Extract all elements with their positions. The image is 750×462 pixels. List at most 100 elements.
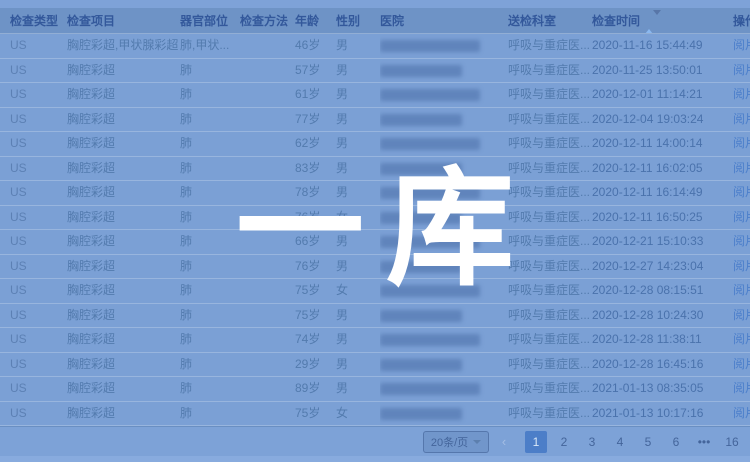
cell-hospital bbox=[380, 279, 508, 303]
page-number-button[interactable]: ••• bbox=[693, 431, 715, 453]
page-number-button[interactable]: 3 bbox=[581, 431, 603, 453]
cell-hospital bbox=[380, 377, 508, 401]
view-images-link[interactable]: 阅片 bbox=[733, 308, 750, 322]
cell-gender: 男 bbox=[336, 353, 380, 377]
cell-department: 呼吸与重症医... bbox=[508, 206, 592, 230]
table-row: US 胸腔彩超 肺 62岁 男 呼吸与重症医... 2020-12-11 14:… bbox=[0, 132, 750, 157]
cell-exam-method bbox=[240, 34, 295, 58]
view-images-link[interactable]: 阅片 bbox=[733, 87, 750, 101]
cell-department: 呼吸与重症医... bbox=[508, 328, 592, 352]
cell-exam-method bbox=[240, 255, 295, 279]
view-images-link[interactable]: 阅片 bbox=[733, 234, 750, 248]
hospital-redaction-blur bbox=[380, 212, 462, 224]
hospital-redaction-blur bbox=[380, 359, 462, 371]
view-images-link[interactable]: 阅片 bbox=[733, 38, 750, 52]
cell-exam-time: 2020-12-11 16:50:25 bbox=[592, 206, 733, 230]
cell-department: 呼吸与重症医... bbox=[508, 132, 592, 156]
cell-exam-item: 胸腔彩超 bbox=[67, 353, 180, 377]
view-images-link[interactable]: 阅片 bbox=[733, 63, 750, 77]
page-size-select[interactable]: 20条/页 bbox=[423, 431, 489, 453]
cell-exam-item: 胸腔彩超 bbox=[67, 157, 180, 181]
cell-age: 57岁 bbox=[295, 59, 336, 83]
table-row: US 胸腔彩超 肺 77岁 男 呼吸与重症医... 2020-12-04 19:… bbox=[0, 108, 750, 133]
table-row: US 胸腔彩超 肺 76岁 女 呼吸与重症医... 2020-12-11 16:… bbox=[0, 206, 750, 231]
view-images-link[interactable]: 阅片 bbox=[733, 283, 750, 297]
page-number-button[interactable]: 16 bbox=[721, 431, 743, 453]
page-number-button[interactable]: 2 bbox=[553, 431, 575, 453]
cell-department: 呼吸与重症医... bbox=[508, 279, 592, 303]
cell-exam-method bbox=[240, 377, 295, 401]
pagination-bar: 20条/页 ‹ 1 2 3 4 5 6 ••• 16 bbox=[0, 426, 750, 456]
cell-hospital bbox=[380, 34, 508, 58]
cell-exam-time: 2020-11-25 13:50:01 bbox=[592, 59, 733, 83]
cell-hospital bbox=[380, 255, 508, 279]
view-images-link[interactable]: 阅片 bbox=[733, 136, 750, 150]
prev-page-button[interactable]: ‹ bbox=[497, 434, 511, 449]
cell-gender: 女 bbox=[336, 279, 380, 303]
hospital-redaction-blur bbox=[380, 334, 480, 346]
view-images-link[interactable]: 阅片 bbox=[733, 112, 750, 126]
cell-gender: 女 bbox=[336, 402, 380, 426]
exam-list-screen: 检查类型 检查项目 器官部位 检查方法 年龄 性别 医院 送检科室 检查时间 操… bbox=[0, 0, 750, 462]
cell-age: 46岁 bbox=[295, 34, 336, 58]
cell-exam-time: 2021-01-13 08:35:05 bbox=[592, 377, 733, 401]
cell-gender: 男 bbox=[336, 304, 380, 328]
column-header-department: 送检科室 bbox=[508, 8, 592, 33]
cell-hospital bbox=[380, 181, 508, 205]
table-row: US 胸腔彩超 肺 29岁 男 呼吸与重症医... 2020-12-28 16:… bbox=[0, 353, 750, 378]
hospital-redaction-blur bbox=[380, 285, 480, 297]
cell-department: 呼吸与重症医... bbox=[508, 304, 592, 328]
cell-organ-part: 肺 bbox=[180, 230, 240, 254]
cell-exam-type: US bbox=[0, 353, 67, 377]
cell-exam-type: US bbox=[0, 230, 67, 254]
cell-exam-time: 2020-12-28 08:15:51 bbox=[592, 279, 733, 303]
cell-hospital bbox=[380, 402, 508, 426]
cell-exam-type: US bbox=[0, 328, 67, 352]
table-row: US 胸腔彩超,甲状腺彩超 肺,甲状... 46岁 男 呼吸与重症医... 20… bbox=[0, 34, 750, 59]
view-images-link[interactable]: 阅片 bbox=[733, 381, 750, 395]
page-list: 1 2 3 4 5 6 ••• 16 bbox=[519, 431, 743, 453]
cell-organ-part: 肺 bbox=[180, 181, 240, 205]
view-images-link[interactable]: 阅片 bbox=[733, 259, 750, 273]
cell-exam-method bbox=[240, 132, 295, 156]
hospital-redaction-blur bbox=[380, 163, 462, 175]
cell-organ-part: 肺 bbox=[180, 279, 240, 303]
view-images-link[interactable]: 阅片 bbox=[733, 406, 750, 420]
cell-organ-part: 肺 bbox=[180, 83, 240, 107]
cell-exam-item: 胸腔彩超 bbox=[67, 279, 180, 303]
sort-caret-icon[interactable] bbox=[645, 9, 661, 33]
cell-department: 呼吸与重症医... bbox=[508, 83, 592, 107]
page-number-button[interactable]: 6 bbox=[665, 431, 687, 453]
cell-age: 75岁 bbox=[295, 402, 336, 426]
column-header-exam-time[interactable]: 检查时间 bbox=[592, 8, 733, 33]
view-images-link[interactable]: 阅片 bbox=[733, 185, 750, 199]
hospital-redaction-blur bbox=[380, 65, 462, 77]
table-row: US 胸腔彩超 肺 75岁 女 呼吸与重症医... 2021-01-13 10:… bbox=[0, 402, 750, 427]
cell-age: 29岁 bbox=[295, 353, 336, 377]
view-images-link[interactable]: 阅片 bbox=[733, 332, 750, 346]
table-body: US 胸腔彩超,甲状腺彩超 肺,甲状... 46岁 男 呼吸与重症医... 20… bbox=[0, 34, 750, 426]
cell-gender: 男 bbox=[336, 181, 380, 205]
cell-age: 89岁 bbox=[295, 377, 336, 401]
hospital-redaction-blur bbox=[380, 40, 480, 52]
column-header-age: 年龄 bbox=[295, 8, 336, 33]
cell-age: 75岁 bbox=[295, 304, 336, 328]
cell-age: 76岁 bbox=[295, 255, 336, 279]
table-row: US 胸腔彩超 肺 89岁 男 呼吸与重症医... 2021-01-13 08:… bbox=[0, 377, 750, 402]
cell-exam-method bbox=[240, 181, 295, 205]
cell-hospital bbox=[380, 328, 508, 352]
page-number-button[interactable]: 1 bbox=[525, 431, 547, 453]
cell-exam-item: 胸腔彩超 bbox=[67, 304, 180, 328]
page-number-button[interactable]: 5 bbox=[637, 431, 659, 453]
cell-hospital bbox=[380, 230, 508, 254]
cell-department: 呼吸与重症医... bbox=[508, 353, 592, 377]
view-images-link[interactable]: 阅片 bbox=[733, 357, 750, 371]
view-images-link[interactable]: 阅片 bbox=[733, 161, 750, 175]
view-images-link[interactable]: 阅片 bbox=[733, 210, 750, 224]
cell-exam-method bbox=[240, 206, 295, 230]
cell-department: 呼吸与重症医... bbox=[508, 108, 592, 132]
cell-organ-part: 肺 bbox=[180, 157, 240, 181]
page-number-button[interactable]: 4 bbox=[609, 431, 631, 453]
page-size-label: 20条/页 bbox=[431, 434, 468, 450]
column-header-exam-type: 检查类型 bbox=[0, 8, 67, 33]
